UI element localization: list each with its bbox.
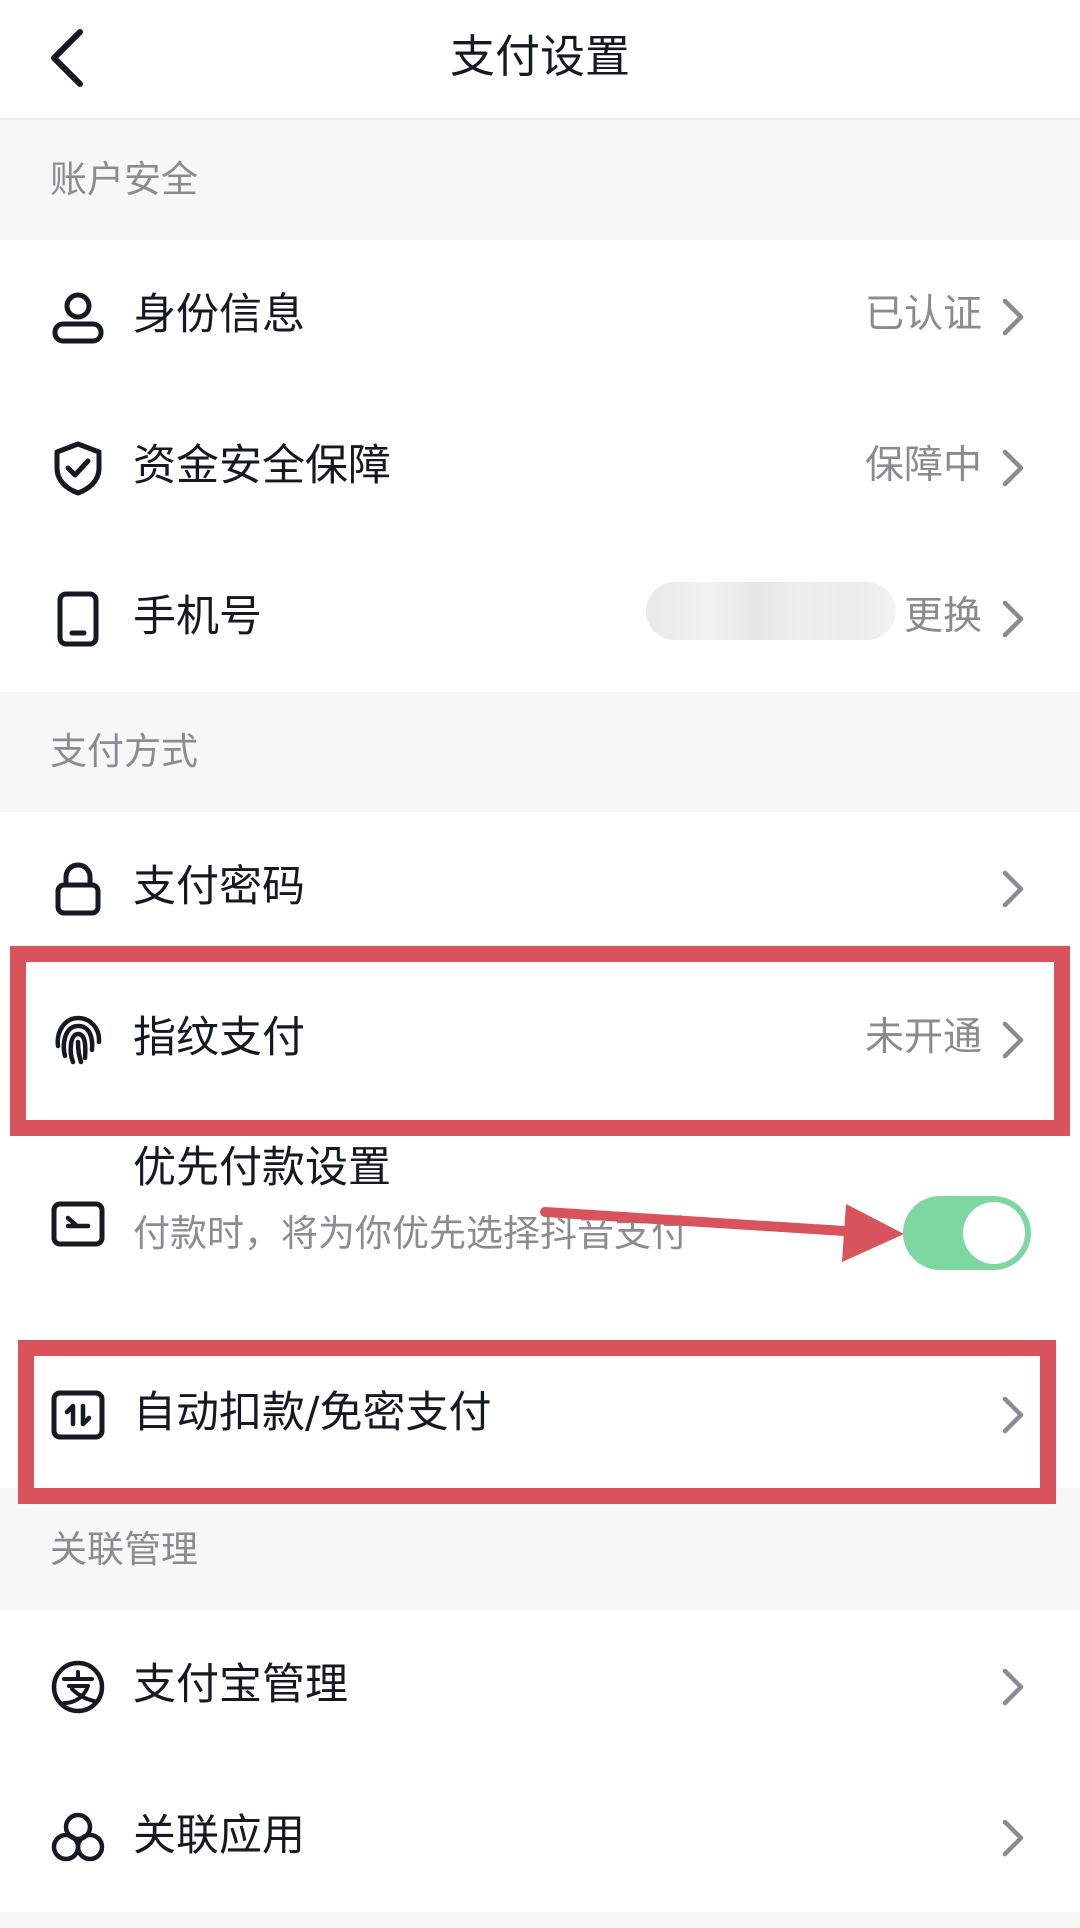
row-label: 支付宝管理: [133, 1660, 348, 1710]
section-header-linked: 关联管理: [0, 1490, 1080, 1610]
shield-check-icon: [54, 441, 102, 496]
row-subtitle: 付款时，将为你优先选择抖音支付: [133, 1212, 688, 1255]
section-title: 支付方式: [50, 730, 198, 773]
section-header-payment-methods: 支付方式: [0, 692, 1080, 812]
row-linked-apps[interactable]: 关联应用: [0, 1761, 1080, 1911]
lock-icon: [55, 862, 101, 916]
row-label: 自动扣款/免密支付: [133, 1388, 492, 1438]
row-label: 身份信息: [133, 290, 305, 340]
row-label: 手机号: [133, 592, 262, 642]
row-label: 指纹支付: [133, 1013, 305, 1063]
auto-pay-icon: [51, 1390, 105, 1440]
row-alipay-management[interactable]: 支付宝管理: [0, 1610, 1080, 1760]
alipay-icon: [51, 1660, 105, 1714]
row-phone-number[interactable]: 手机号 更换: [0, 542, 1080, 692]
row-label: 资金安全保障: [133, 441, 391, 491]
linked-management-group: 支付宝管理 关联应用: [0, 1610, 1080, 1912]
section-header-account-security: 账户安全: [0, 120, 1080, 240]
apps-icon: [51, 1812, 105, 1862]
chevron-right-icon: [1002, 1396, 1024, 1434]
row-payment-password[interactable]: 支付密码: [0, 812, 1080, 962]
phone-number-masked: [646, 582, 896, 640]
row-label: 优先付款设置: [133, 1143, 391, 1193]
status-value: 保障中: [864, 443, 982, 488]
status-value: 未开通: [864, 1015, 982, 1060]
section-title: 关联管理: [50, 1528, 198, 1571]
chevron-right-icon: [1002, 870, 1024, 908]
priority-payment-toggle[interactable]: [903, 1196, 1031, 1270]
payment-methods-group: 支付密码 指纹支付 未开通 优先付款设置 付款时，将为你优先选择抖音支付 自动扣…: [0, 812, 1080, 1488]
row-fund-security[interactable]: 资金安全保障 保障中: [0, 391, 1080, 541]
chevron-right-icon: [1002, 298, 1024, 336]
row-label: 支付密码: [133, 862, 305, 912]
status-value: 已认证: [864, 292, 982, 337]
row-auto-deduct[interactable]: 自动扣款/免密支付: [0, 1338, 1080, 1488]
top-bar: 支付设置: [0, 0, 1080, 120]
row-fingerprint-pay[interactable]: 指纹支付 未开通: [0, 963, 1080, 1113]
section-title: 账户安全: [50, 158, 198, 201]
page-title: 支付设置: [449, 30, 630, 83]
chevron-right-icon: [1002, 1819, 1024, 1857]
row-label: 关联应用: [133, 1811, 305, 1861]
row-identity-info[interactable]: 身份信息 已认证: [0, 240, 1080, 390]
chevron-right-icon: [1002, 1021, 1024, 1059]
account-security-group: 身份信息 已认证 资金安全保障 保障中 手机号 更换: [0, 240, 1080, 692]
person-icon: [52, 292, 104, 344]
chevron-right-icon: [1002, 600, 1024, 638]
row-priority-payment: 优先付款设置 付款时，将为你优先选择抖音支付: [0, 1114, 1080, 1334]
chevron-right-icon: [1002, 449, 1024, 487]
change-link: 更换: [903, 594, 982, 639]
phone-icon: [57, 591, 99, 647]
toggle-knob: [963, 1202, 1025, 1264]
chevron-right-icon: [1002, 1668, 1024, 1706]
card-icon: [51, 1201, 105, 1247]
fingerprint-icon: [55, 1015, 102, 1065]
